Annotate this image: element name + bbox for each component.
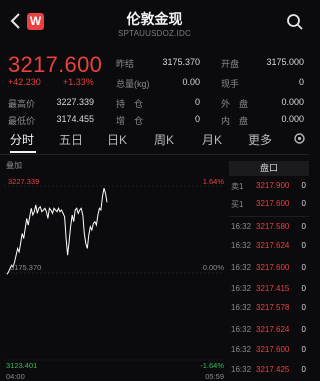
trade-time: 16:32	[231, 303, 252, 312]
trade-row: 16:32 3217.425 0	[229, 365, 309, 381]
trade-qty: 0	[301, 241, 306, 250]
trade-row: 16:32 3217.624 0	[229, 241, 309, 257]
bid-row: 买1 3217.600 0	[229, 199, 309, 215]
stat-label: 总量(kg)	[116, 79, 150, 89]
stat-value: 3175.000	[266, 57, 304, 67]
price-change-percent: +1.33%	[63, 77, 94, 87]
bid-label: 买1	[231, 200, 244, 209]
trade-qty: 0	[301, 365, 306, 374]
x-label-start: 04:00	[6, 372, 25, 380]
trade-qty: 0	[301, 263, 306, 272]
last-price: 3217.600	[8, 52, 103, 77]
y-label-mid-right: 0.00%	[203, 263, 225, 272]
trade-time: 16:32	[231, 325, 252, 334]
bid-price: 3217.600	[256, 199, 290, 208]
stat-label: 增 仓	[116, 116, 144, 126]
stat-label: 最高价	[8, 99, 36, 109]
trade-price: 3217.600	[256, 345, 290, 354]
ask-price: 3217.900	[256, 181, 290, 190]
ask-label: 卖1	[231, 182, 244, 191]
trade-row: 16:32 3217.600 0	[229, 263, 309, 279]
divider	[0, 154, 309, 155]
trade-time: 16:32	[231, 345, 252, 354]
search-icon[interactable]	[286, 13, 304, 31]
tab-intraday[interactable]: 分时	[10, 131, 34, 148]
stat-value: 0.00	[182, 77, 200, 87]
stat-value: 3174.455	[56, 114, 94, 124]
ask-row: 卖1 3217.900 0	[229, 181, 309, 197]
tab-monthly-k[interactable]: 月K	[202, 131, 222, 148]
trade-row: 16:32 3217.580 0	[229, 222, 309, 238]
trade-time: 16:32	[231, 263, 252, 272]
order-book-title: 盘口	[259, 163, 278, 173]
overlay-label: 叠加	[6, 160, 22, 170]
y-label-bottom-left: 3123.401	[6, 361, 37, 370]
trade-qty: 0	[301, 284, 306, 293]
stat-value: 0	[298, 77, 304, 87]
tab-weekly-k[interactable]: 周K	[154, 131, 174, 148]
x-label-end: 05:59	[205, 372, 224, 380]
ask-qty: 0	[301, 181, 306, 190]
stat-label: 外 盘	[221, 99, 249, 109]
settings-icon[interactable]	[293, 132, 306, 150]
order-book-header[interactable]: 盘口	[229, 161, 309, 176]
symbol-code: SPTAUUSDOZ.IDC	[118, 29, 191, 38]
y-label-mid-left: 3175.370	[10, 263, 41, 272]
trade-price: 3217.624	[256, 325, 290, 334]
trade-price: 3217.578	[256, 303, 290, 312]
trade-time: 16:32	[231, 284, 252, 293]
trade-row: 16:32 3217.578 0	[229, 303, 309, 319]
trade-price: 3217.415	[256, 284, 290, 293]
y-label-bottom-right: -1.64%	[200, 361, 224, 370]
trade-price: 3217.580	[256, 222, 290, 231]
intraday-chart[interactable]: 叠加 3227.339 1.64% 3175.370 0.00% 3123.40…	[0, 158, 226, 380]
stat-value: 0	[194, 114, 200, 124]
stat-label: 最低价	[8, 116, 36, 126]
stat-value: 3227.339	[56, 97, 94, 107]
stat-value: 0	[194, 97, 200, 107]
y-label-top-right: 1.64%	[203, 177, 225, 186]
divider	[229, 216, 309, 217]
trade-time: 16:32	[231, 222, 252, 231]
trade-row: 16:32 3217.415 0	[229, 284, 309, 300]
stat-label: 昨结	[116, 59, 135, 69]
tab-daily-k[interactable]: 日K	[107, 131, 127, 148]
period-tabs: 分时 五日 日K 周K 月K 更多	[0, 131, 309, 153]
page-title: 伦敦金现	[126, 11, 183, 27]
tab-five-day[interactable]: 五日	[59, 131, 83, 148]
tab-more[interactable]: 更多	[248, 131, 272, 148]
y-label-top-left: 3227.339	[8, 177, 39, 186]
stat-label: 开盘	[221, 59, 240, 69]
trade-time: 16:32	[231, 241, 252, 250]
stat-label: 现手	[221, 79, 240, 89]
trade-row: 16:32 3217.600 0	[229, 345, 309, 361]
trade-qty: 0	[301, 325, 306, 334]
stat-value: 3175.370	[162, 57, 200, 67]
trade-qty: 0	[301, 345, 306, 354]
stat-label: 内 盘	[221, 116, 249, 126]
trade-qty: 0	[301, 222, 306, 231]
stat-value: 0.000	[281, 114, 304, 124]
stat-label: 持 仓	[116, 99, 144, 109]
trade-time: 16:32	[231, 365, 252, 374]
trade-price: 3217.600	[256, 263, 290, 272]
trade-qty: 0	[301, 303, 306, 312]
price-line	[6, 188, 108, 275]
stat-value: 0.000	[281, 97, 304, 107]
trade-price: 3217.425	[256, 365, 290, 374]
bid-qty: 0	[301, 199, 306, 208]
trade-row: 16:32 3217.624 0	[229, 325, 309, 341]
price-change: +42.230	[8, 77, 41, 87]
active-tab-indicator	[10, 151, 36, 153]
trade-price: 3217.624	[256, 241, 290, 250]
